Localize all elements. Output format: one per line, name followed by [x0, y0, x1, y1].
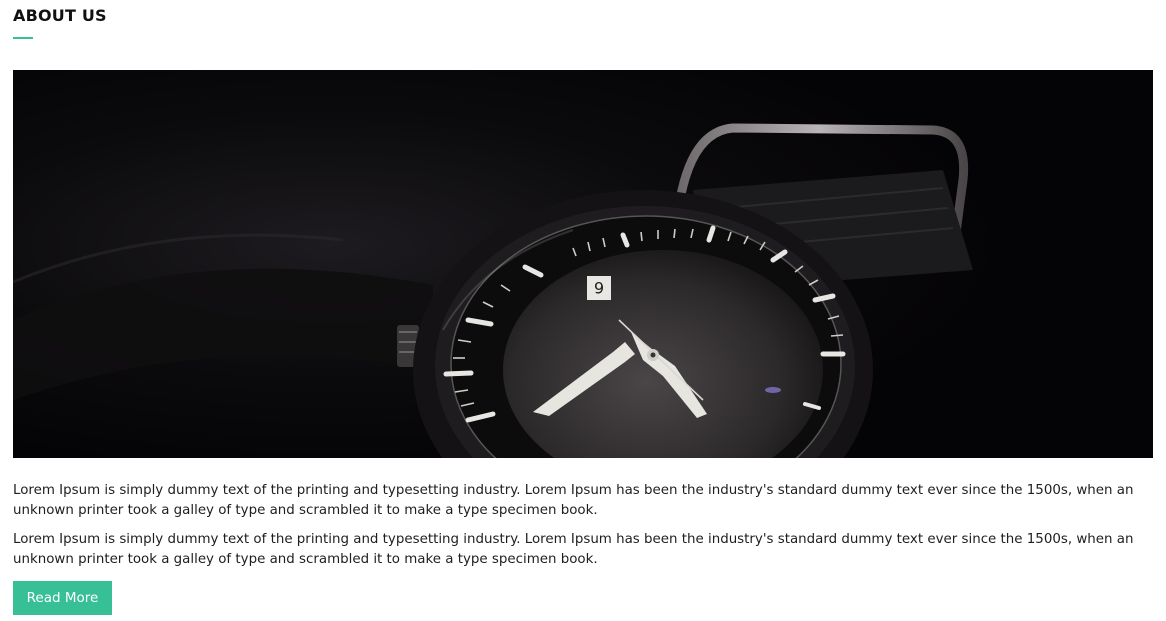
about-paragraph: Lorem Ipsum is simply dummy text of the … — [13, 483, 1134, 518]
about-paragraph: Lorem Ipsum is simply dummy text of the … — [13, 532, 1134, 567]
read-more-button[interactable]: Read More — [13, 581, 112, 615]
title-underline — [13, 37, 33, 39]
watch-photo: 6 — [13, 70, 1153, 458]
hero-image: 6 — [13, 70, 1153, 458]
section-title: ABOUT US — [13, 6, 107, 25]
svg-text:6: 6 — [594, 278, 604, 297]
